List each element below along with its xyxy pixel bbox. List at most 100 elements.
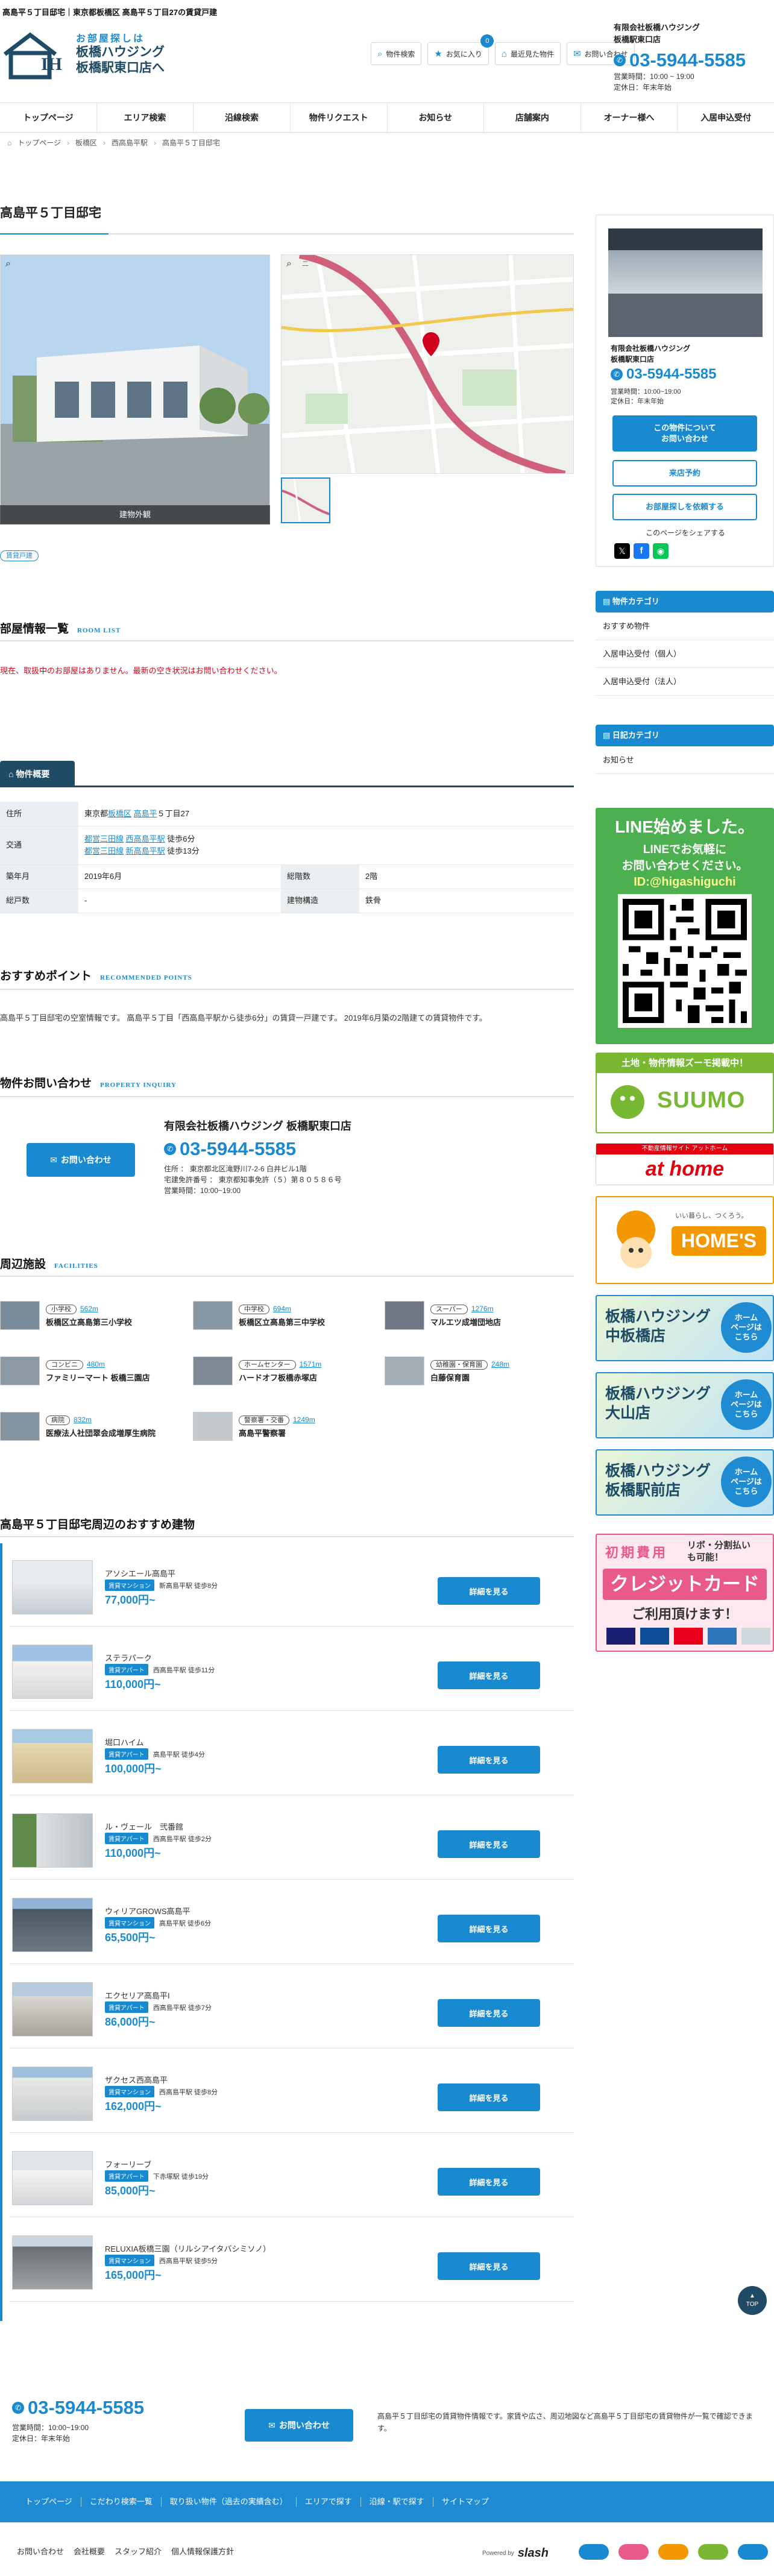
detail-button[interactable]: 詳細を見る <box>438 1577 540 1605</box>
partner-logo-icon[interactable] <box>658 2544 688 2560</box>
partner-logo-icon[interactable] <box>698 2544 728 2560</box>
suumo-banner[interactable]: 土地・物件情報ズーモ掲載中！ SUUMO <box>596 1053 774 1133</box>
footer-link-area[interactable]: エリアで探す <box>297 2497 361 2507</box>
nearby-building[interactable]: フォーリーブ 賃貸アパート 下赤塚駅 徒歩19分 85,000円~ 詳細を見る <box>10 2139 574 2217</box>
room-search-request-button[interactable]: お部屋探しを依頼する <box>612 494 757 520</box>
footer-link-top[interactable]: トップページ <box>17 2497 81 2507</box>
category-apply-corporate[interactable]: 入居申込受付（法人） <box>596 668 774 696</box>
nearby-building[interactable]: ル・ヴェール 弐番館 賃貸アパート 西高島平駅 徒歩2分 110,000円~ 詳細を見る <box>10 1801 574 1880</box>
suumo-mascot-icon <box>611 1085 644 1119</box>
favorites-button[interactable]: 0 ★ お気に入り <box>427 34 494 65</box>
footer-contact-button[interactable]: ✉ お問い合わせ <box>245 2409 353 2442</box>
nearby-building[interactable]: ザクセス西高島平 賃貸マンション 西高島平駅 徒歩8分 162,000円~ 詳細を見る <box>10 2055 574 2133</box>
store-banner-oyama[interactable]: 板橋ハウジング 大山店 ホーム ページは こちら <box>596 1372 774 1438</box>
table-row: 総戸数 - 建物構造 鉄骨 <box>0 889 574 913</box>
facility-distance[interactable]: 480m <box>87 1360 105 1368</box>
category-apply-personal[interactable]: 入居申込受付（個人） <box>596 640 774 668</box>
facility-distance[interactable]: 694m <box>273 1305 291 1313</box>
category-news[interactable]: お知らせ <box>596 746 774 774</box>
store-banner-nakaitabashi[interactable]: 板橋ハウジング 中板橋店 ホーム ページは こちら <box>596 1295 774 1361</box>
line-share-icon[interactable]: ◉ <box>653 543 669 559</box>
traffic-station-link[interactable]: 新高島平駅 <box>126 846 165 855</box>
facility-distance[interactable]: 832m <box>74 1416 92 1424</box>
nearby-building[interactable]: ウィリアGROWS高島平 賃貸マンション 高島平駅 徒歩6分 65,500円~ 詳細を見… <box>10 1886 574 1964</box>
inquiry-license: 宅建免許番号 ： 東京都知事免許（５）第８０５８６号 <box>164 1176 342 1184</box>
partner-logo-icon[interactable] <box>618 2544 649 2560</box>
nearby-building[interactable]: RELUXIA板橋三園（リルシアイタバシミソノ） 賃貸マンション 西高島平駅 徒歩5… <box>10 2223 574 2302</box>
search-properties-button[interactable]: ⌕ 物件検索 <box>371 42 422 65</box>
detail-button[interactable]: 詳細を見る <box>438 1746 540 1774</box>
traffic-station-link[interactable]: 西高島平駅 <box>126 834 165 843</box>
partner-logo-icon[interactable] <box>738 2544 768 2560</box>
gnav-top[interactable]: トップページ <box>0 103 97 132</box>
visit-reservation-button[interactable]: 来店予約 <box>612 460 757 487</box>
credit-card-banner[interactable]: 初期費用 リボ・分割払い も可能！ クレジットカード ご利用頂けます！ <box>596 1534 774 1652</box>
sidebar-phone[interactable]: ✆ 03-5944-5585 <box>611 366 716 383</box>
traffic-line-link[interactable]: 都営三田線 <box>84 846 124 855</box>
facility-distance[interactable]: 562m <box>80 1305 98 1313</box>
partner-logo-icon[interactable] <box>579 2544 609 2560</box>
breadcrumb-ward[interactable]: 板橋区 <box>75 134 97 152</box>
footer-link-line[interactable]: 沿線・駅で探す <box>361 2497 433 2507</box>
homepage-badge: ホーム ページは こちら <box>721 1302 772 1353</box>
detail-button[interactable]: 詳細を見る <box>438 2168 540 2196</box>
category-recommended[interactable]: おすすめ物件 <box>596 613 774 640</box>
facility-distance[interactable]: 1249m <box>293 1416 315 1424</box>
slash-logo[interactable]: slash <box>518 2546 549 2560</box>
footer-link-sitemap[interactable]: サイトマップ <box>433 2497 497 2507</box>
footer-link-privacy[interactable]: 個人情報保護方針 <box>171 2545 234 2557</box>
footer-link-properties[interactable]: 取り扱い物件（過去の実績含む） <box>162 2497 297 2507</box>
footer-link-company[interactable]: 会社概要 <box>74 2545 105 2557</box>
back-to-top-button[interactable]: ▲ TOP <box>738 2286 767 2315</box>
detail-button[interactable]: 詳細を見る <box>438 1661 540 1689</box>
site-logo[interactable]: IH お部屋探しは 板橋ハウジング 板橋駅東口店へ <box>0 24 193 80</box>
facility-distance[interactable]: 1276m <box>471 1305 494 1313</box>
detail-button[interactable]: 詳細を見る <box>438 1999 540 2027</box>
nearby-building[interactable]: アソシエール高島平 賃貸マンション 新高島平駅 徒歩8分 77,000円~ 詳細を見る <box>10 1548 574 1627</box>
address-ward-link[interactable]: 板橋区 <box>108 809 131 818</box>
footer-phone[interactable]: ✆ 03-5944-5585 <box>12 2397 144 2419</box>
detail-button[interactable]: 詳細を見る <box>438 1915 540 1942</box>
traffic-line-link[interactable]: 都営三田線 <box>84 834 124 843</box>
athome-banner[interactable]: 不動産情報サイト アットホーム at home <box>596 1143 774 1185</box>
nearby-building[interactable]: 堀口ハイム 賃貸アパート 高島平駅 徒歩4分 100,000円~ 詳細を見る <box>10 1717 574 1795</box>
building-name: アソシエール高島平 <box>105 1569 176 1578</box>
homes-banner[interactable]: いい暮らし、つくろう。 HOME'S <box>596 1196 774 1284</box>
gnav-news[interactable]: お知らせ <box>388 103 485 132</box>
gnav-area[interactable]: エリア検索 <box>97 103 194 132</box>
store-banner-name: 板橋ハウジング 大山店 <box>605 1385 711 1422</box>
facility-distance[interactable]: 248m <box>491 1360 509 1368</box>
gnav-line[interactable]: 沿線検索 <box>194 103 291 132</box>
property-map[interactable]: ⌕ 二 <box>281 254 574 474</box>
breadcrumb-top[interactable]: トップページ <box>17 134 61 152</box>
gnav-owner[interactable]: オーナー様へ <box>581 103 678 132</box>
facility-type-tag: コンビニ <box>46 1360 83 1370</box>
address-town-link[interactable]: 高島平 <box>134 809 157 818</box>
nearby-building[interactable]: ステラパーク 賃貸アパート 西高島平駅 徒歩11分 110,000円~ 詳細を見る <box>10 1633 574 1711</box>
inquiry-button[interactable]: ✉ お問い合わせ <box>27 1143 135 1177</box>
facebook-share-icon[interactable]: f <box>634 543 649 559</box>
line-banner[interactable]: LINE始めました。 LINEでお気軽に お問い合わせください。 ID:@hig… <box>596 808 774 1044</box>
gnav-request[interactable]: 物件リクエスト <box>291 103 388 132</box>
gnav-apply[interactable]: 入居申込受付 <box>678 103 774 132</box>
sidebar-inquiry-button[interactable]: この物件について お問い合わせ <box>612 415 757 452</box>
detail-button[interactable]: 詳細を見る <box>438 2252 540 2280</box>
inquiry-phone[interactable]: ✆ 03-5944-5585 <box>164 1138 351 1160</box>
footer-link-staff[interactable]: スタッフ紹介 <box>115 2545 162 2557</box>
breadcrumb-station[interactable]: 西高島平駅 <box>112 134 148 152</box>
footer-link-search-list[interactable]: こだわり検索一覧 <box>81 2497 162 2507</box>
header-phone[interactable]: ✆ 03-5944-5585 <box>614 49 774 71</box>
store-banner-itabashi-ekimae[interactable]: 板橋ハウジング 板橋駅前店 ホーム ページは こちら <box>596 1449 774 1516</box>
recently-viewed-button[interactable]: ⌂ 最近見た物件 <box>494 42 561 65</box>
gnav-store[interactable]: 店舗案内 <box>484 103 581 132</box>
detail-button[interactable]: 詳細を見る <box>438 2083 540 2111</box>
zoom-icon[interactable]: ⌕ <box>286 259 292 269</box>
nearby-building[interactable]: エクセリア高島平I 賃貸アパート 西高島平駅 徒歩7分 86,000円~ 詳細を見る <box>10 1970 574 2049</box>
facility-distance[interactable]: 1571m <box>300 1360 322 1368</box>
zoom-icon[interactable]: ⌕ <box>5 259 11 269</box>
x-share-icon[interactable]: 𝕏 <box>614 543 630 559</box>
detail-button[interactable]: 詳細を見る <box>438 1830 540 1858</box>
property-photo[interactable]: ⌕ <box>0 254 270 524</box>
map-thumbnail[interactable] <box>281 477 330 523</box>
footer-link-contact[interactable]: お問い合わせ <box>17 2545 64 2557</box>
